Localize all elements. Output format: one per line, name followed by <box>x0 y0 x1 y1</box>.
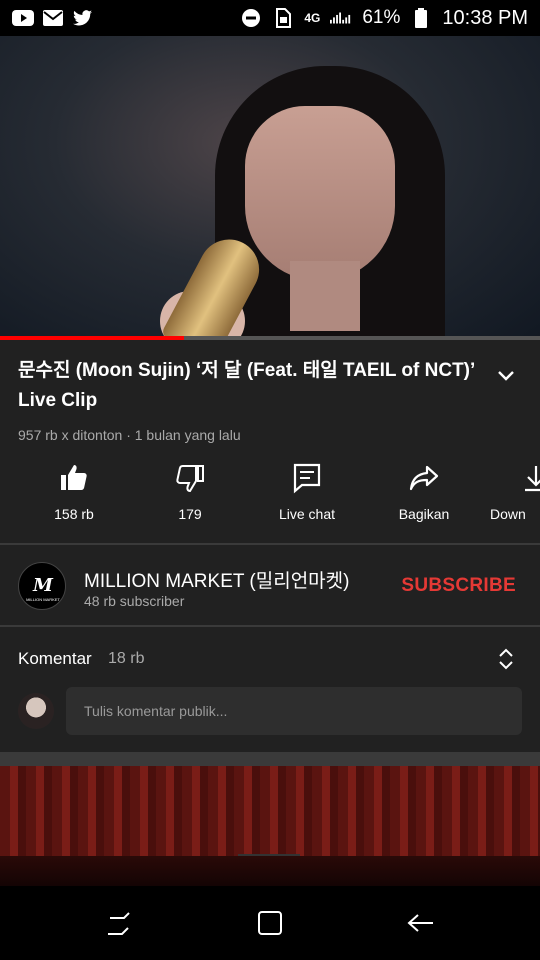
channel-row[interactable]: M MILLION MARKET MILLION MARKET (밀리언마켓) … <box>0 546 540 626</box>
unfold-icon <box>499 648 513 670</box>
twitter-icon <box>72 9 94 27</box>
chat-icon <box>293 463 321 494</box>
download-label: Down <box>490 506 526 522</box>
like-count: 158 rb <box>54 506 94 522</box>
sim-icon <box>272 8 294 28</box>
dislike-button[interactable]: 179 <box>140 462 240 522</box>
download-button[interactable]: Down <box>490 462 540 522</box>
home-button[interactable] <box>256 910 286 938</box>
meta-separator: · <box>126 427 131 443</box>
navigation-bar <box>0 886 540 960</box>
divider <box>0 625 540 627</box>
live-chat-label: Live chat <box>278 506 336 522</box>
subscribe-button[interactable]: SUBSCRIBE <box>401 575 516 597</box>
share-label: Bagikan <box>398 506 450 522</box>
clock: 10:38 PM <box>442 6 528 29</box>
back-button[interactable] <box>406 910 436 938</box>
video-title: 문수진 (Moon Sujin) ‘저 달 (Feat. 태일 TAEIL of… <box>18 360 475 411</box>
action-row: 158 rb 179 Live chat Bagikan Down <box>0 462 540 542</box>
user-avatar <box>18 693 54 729</box>
video-frame-neck <box>290 261 360 331</box>
expand-description-button[interactable] <box>494 364 518 388</box>
signal-icon <box>330 9 352 27</box>
battery-icon <box>410 8 432 28</box>
do-not-disturb-icon <box>240 9 262 27</box>
recent-apps-icon <box>108 912 130 935</box>
thumbnail-stage-floor <box>0 856 540 886</box>
channel-avatar[interactable]: M MILLION MARKET <box>18 562 66 610</box>
video-frame-face <box>245 106 395 281</box>
upload-age: 1 bulan yang lalu <box>134 427 241 443</box>
video-info[interactable]: 문수진 (Moon Sujin) ‘저 달 (Feat. 태일 TAEIL of… <box>18 356 478 443</box>
comments-expand-button[interactable] <box>496 646 516 672</box>
gmail-icon <box>42 9 64 27</box>
dislike-count: 179 <box>178 506 202 522</box>
share-button[interactable]: Bagikan <box>374 462 474 522</box>
divider <box>0 543 540 545</box>
like-button[interactable]: 158 rb <box>24 462 124 522</box>
section-separator <box>0 752 540 766</box>
channel-logo: M MILLION MARKET <box>26 575 60 602</box>
youtube-icon <box>12 9 34 27</box>
video-player[interactable] <box>0 36 540 340</box>
next-video-thumbnail[interactable] <box>0 766 540 886</box>
download-icon <box>525 466 540 492</box>
network-label: 4G <box>304 11 321 25</box>
thumbs-up-icon <box>61 465 87 490</box>
subscriber-count: 48 rb subscriber <box>84 593 185 609</box>
video-progress-fill <box>0 336 184 340</box>
thumbs-down-icon <box>176 465 204 493</box>
share-icon <box>409 465 439 491</box>
home-icon <box>258 911 282 935</box>
back-icon <box>407 914 433 932</box>
status-bar: 4G 61% 10:38 PM <box>0 0 540 36</box>
comments-count: 18 rb <box>108 650 145 667</box>
video-meta: 957 rb x ditonton · 1 bulan yang lalu <box>18 427 478 443</box>
channel-name: MILLION MARKET (밀리언마켓) <box>84 571 350 592</box>
battery-percent: 61% <box>362 7 401 28</box>
svg-text:MILLION MARKET: MILLION MARKET <box>26 597 60 602</box>
view-count: 957 rb x ditonton <box>18 427 123 443</box>
recent-apps-button[interactable] <box>104 910 134 938</box>
comment-input[interactable] <box>66 687 522 735</box>
comments-section[interactable]: Komentar 18 rb <box>0 628 540 752</box>
chevron-down-icon <box>498 371 514 381</box>
comments-title: Komentar <box>18 649 92 668</box>
svg-text:M: M <box>32 575 54 596</box>
video-progress-bar[interactable] <box>0 336 540 340</box>
live-chat-button[interactable]: Live chat <box>257 462 357 522</box>
